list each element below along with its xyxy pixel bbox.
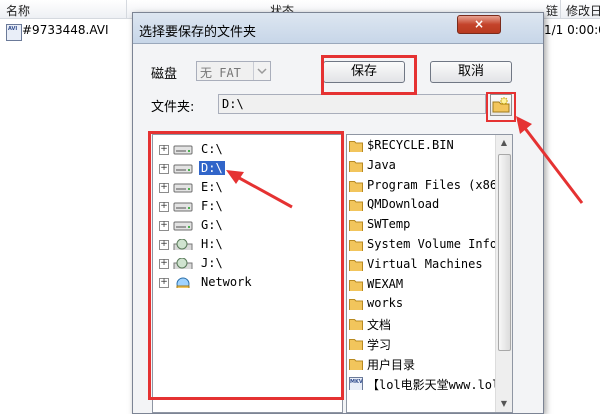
close-button[interactable]: × [457, 15, 501, 34]
folder-label: 文件夹: [151, 100, 195, 115]
column-separator [126, 0, 127, 18]
folder-icon [349, 141, 363, 152]
column-modified-date[interactable]: 修改日期 [566, 2, 600, 19]
disk-label: 磁盘 [151, 67, 178, 82]
folder-name: 文档 [367, 318, 392, 333]
scroll-thumb[interactable] [498, 154, 511, 351]
folder-name: Java [367, 157, 396, 172]
folder-name: $RECYCLE.BIN [367, 138, 454, 152]
disk-select[interactable]: 无 FAT [196, 61, 271, 81]
folder-icon [349, 339, 363, 350]
folder-icon [349, 200, 363, 212]
folder-icon [349, 259, 363, 271]
folder-icon [349, 160, 363, 172]
column-separator [560, 0, 561, 18]
avi-file-icon: AVI [6, 24, 22, 41]
folder-icon [349, 358, 363, 370]
folder-icon [349, 279, 363, 291]
close-icon: × [473, 17, 485, 31]
folder-icon [349, 240, 363, 251]
folder-name: Virtual Machines [367, 256, 483, 271]
folder-name: Program Files (x86) [367, 177, 505, 192]
column-chain[interactable]: 链 [546, 2, 558, 19]
folder-name: System Volume Information [367, 237, 512, 251]
folder-icon [349, 319, 363, 331]
folder-name: 【lol电影天堂www.lol [367, 377, 500, 392]
file-row-name[interactable]: #9733448.AVI [22, 23, 109, 37]
folder-list[interactable]: $RECYCLE.BIN Java Program Files (x86) QMDow… [346, 134, 513, 413]
folder-path-field[interactable]: D:\ [218, 94, 486, 114]
folder-name: SWTemp [367, 217, 411, 232]
file-row-date: 1/1 0:00:0 [544, 23, 600, 37]
chevron-down-icon [253, 62, 270, 80]
svg-text:MKV: MKV [350, 379, 363, 385]
column-name[interactable]: 名称 [6, 2, 30, 19]
dialog-titlebar[interactable]: 选择要保存的文件夹 × [133, 13, 543, 44]
annotation-box-tree [148, 131, 344, 400]
cancel-button[interactable]: 取消 [430, 61, 512, 83]
folder-name: works [367, 296, 404, 311]
disk-select-value: 无 FAT [200, 66, 241, 80]
folder-name: 用户目录 [367, 357, 416, 372]
folder-list-scrollbar[interactable]: ▲ ▼ [495, 135, 512, 412]
mkv-file-icon: MKV [349, 376, 363, 390]
folder-icon [349, 299, 363, 311]
folder-name: 学习 [367, 338, 392, 352]
folder-icon [349, 180, 363, 192]
folder-name: WEXAM [367, 276, 404, 291]
annotation-box-new-folder [486, 92, 516, 122]
dialog-title: 选择要保存的文件夹 [139, 25, 257, 40]
scroll-down-icon[interactable]: ▼ [496, 396, 512, 412]
annotation-box-save [321, 55, 417, 95]
scroll-up-icon[interactable]: ▲ [496, 135, 512, 151]
folder-icon [349, 220, 363, 232]
folder-name: QMDownload [367, 197, 440, 212]
